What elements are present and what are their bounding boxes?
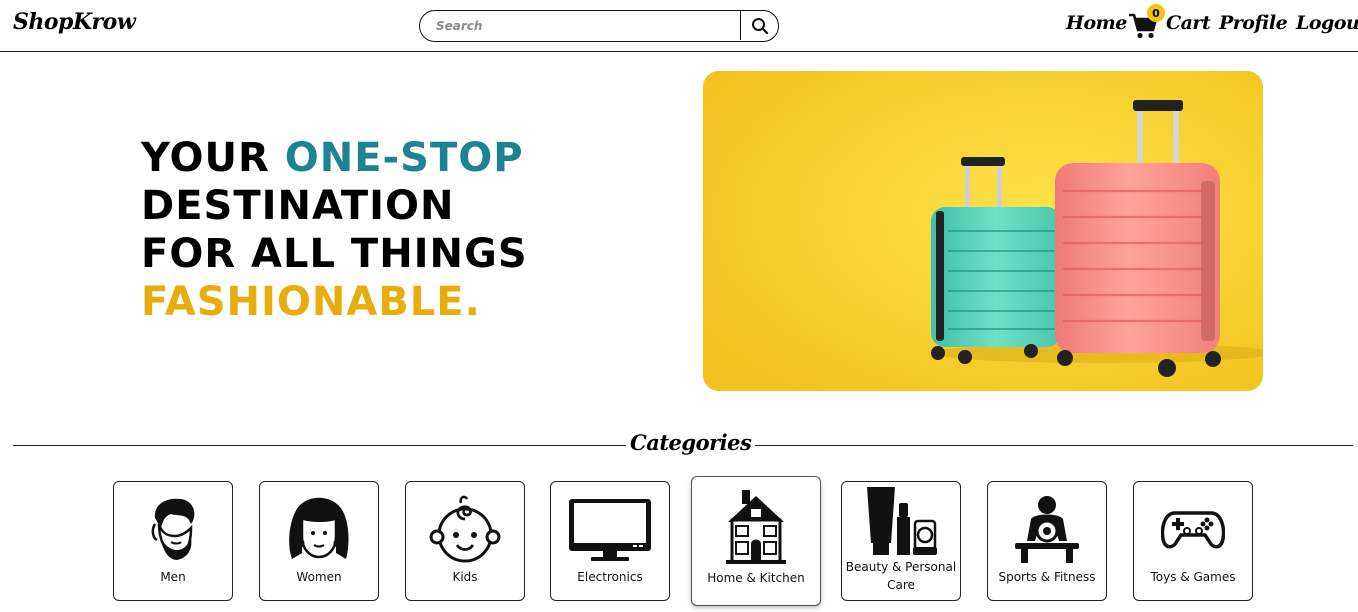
women-icon xyxy=(260,490,378,568)
category-label: Men xyxy=(160,570,186,584)
category-label: Home & Kitchen xyxy=(707,571,805,585)
category-card-men[interactable]: Men xyxy=(113,481,233,601)
categories-heading: Categories xyxy=(626,430,756,455)
cart-count-badge: 0 xyxy=(1147,4,1165,22)
hero-word-your: YOUR xyxy=(141,135,285,181)
category-card-electronics[interactable]: Electronics xyxy=(550,481,670,601)
category-card-sports[interactable]: Sports & Fitness xyxy=(987,481,1107,601)
category-label: Kids xyxy=(452,570,478,584)
luggage-illustration xyxy=(703,71,1263,391)
hero-highlight-one-stop: ONE-STOP xyxy=(284,135,524,181)
nav-logout-link[interactable]: Logout xyxy=(1296,12,1358,34)
hero-line-1: YOUR ONE-STOP xyxy=(141,134,528,182)
search-icon xyxy=(751,17,768,34)
search-bar xyxy=(419,10,779,42)
category-card-toys[interactable]: Toys & Games xyxy=(1133,481,1253,601)
top-navbar: ShopKrow Home 0 Cart Profile Logout xyxy=(0,0,1358,52)
hero-line-3: FOR ALL THINGS xyxy=(141,231,528,277)
category-label: Women xyxy=(296,570,342,584)
men-icon xyxy=(114,490,232,568)
category-card-women[interactable]: Women xyxy=(259,481,379,601)
category-label: Beauty & Personal Care xyxy=(845,560,957,592)
search-input[interactable] xyxy=(420,11,740,40)
hero-banner-image xyxy=(703,71,1263,391)
category-card-beauty[interactable]: Beauty & Personal Care xyxy=(841,481,961,601)
hero-headline: YOUR ONE-STOP DESTINATION FOR ALL THINGS… xyxy=(141,134,528,326)
nav-profile-link[interactable]: Profile xyxy=(1219,12,1288,34)
hero-line-2: DESTINATION xyxy=(141,183,455,229)
category-card-kids[interactable]: Kids xyxy=(405,481,525,601)
category-label: Electronics xyxy=(577,570,643,584)
nav-cart-link[interactable]: Cart xyxy=(1166,12,1211,34)
category-label: Sports & Fitness xyxy=(998,570,1096,584)
brand-logo[interactable]: ShopKrow xyxy=(13,9,136,35)
house-icon xyxy=(692,487,820,565)
baby-face-icon xyxy=(406,490,524,568)
tv-monitor-icon xyxy=(551,490,669,568)
fitness-icon xyxy=(988,490,1106,568)
gamepad-icon xyxy=(1134,490,1252,568)
category-label: Toys & Games xyxy=(1150,570,1236,584)
nav-home-link[interactable]: Home xyxy=(1066,12,1127,34)
category-card-home-kitchen[interactable]: Home & Kitchen xyxy=(691,476,821,606)
cosmetics-icon xyxy=(842,484,960,558)
search-button[interactable] xyxy=(740,11,778,40)
hero-line-4: FASHIONABLE. xyxy=(141,279,481,325)
